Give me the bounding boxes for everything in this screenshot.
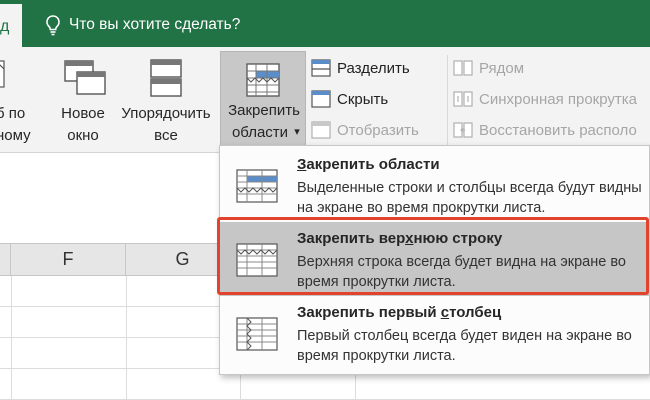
sync-scroll-button: Синхронная прокрутка (453, 88, 637, 110)
hide-button[interactable]: Скрыть (311, 88, 388, 110)
ribbon-view: б по ному Новое окно Упорядочить все Зак… (0, 47, 650, 153)
page-break-label-1: б по (0, 105, 26, 122)
ribbon-separator (447, 55, 448, 145)
sync-scroll-icon (453, 91, 473, 107)
page-break-label-2: ному (0, 127, 31, 144)
ribbon-tab-label: д (0, 18, 10, 35)
freeze-panes-icon (236, 169, 278, 203)
freeze-panes-label-2: области (231, 124, 289, 141)
freeze-first-column-icon (236, 317, 278, 351)
new-window-button[interactable]: Новое окно (52, 51, 114, 151)
page-icon (0, 60, 5, 88)
menu-item-description: Первый столбец всегда будет виден на экр… (297, 328, 632, 364)
menu-item-freeze-first-column[interactable]: Закрепить первый столбец Первый столбец … (220, 296, 650, 370)
sync-scroll-label: Синхронная прокрутка (479, 90, 638, 108)
unhide-button: Отобразить (311, 119, 419, 141)
tell-me-search[interactable]: Что вы хотите сделать? (44, 13, 240, 37)
split-label: Разделить (337, 59, 410, 77)
column-header[interactable] (0, 244, 11, 275)
new-window-icon (64, 60, 106, 95)
freeze-panes-icon (246, 63, 280, 97)
split-icon (311, 59, 331, 77)
freeze-panes-label-1: Закрепить (228, 102, 300, 119)
unhide-label: Отобразить (337, 121, 419, 139)
arrange-all-label-2: все (154, 127, 178, 144)
hide-window-icon (311, 90, 331, 108)
freeze-panes-button[interactable]: Закрепить области ▾ (220, 51, 306, 151)
side-by-side-label: Рядом (479, 59, 525, 77)
split-button[interactable]: Разделить (311, 57, 410, 79)
tell-me-placeholder: Что вы хотите сделать? (69, 16, 241, 33)
ribbon-tab-view[interactable]: д (0, 4, 22, 47)
hide-label: Скрыть (337, 90, 389, 108)
highlight-callout-box (217, 217, 649, 295)
lightbulb-icon (46, 15, 60, 36)
new-window-label-2: окно (67, 127, 99, 144)
grid-line (126, 276, 127, 400)
view-side-by-side-button: Рядом (453, 57, 524, 79)
menu-item-description: Выделенные строки и столбцы всегда будут… (297, 180, 642, 216)
tell-me-bar: д Что вы хотите сделать? (0, 0, 650, 47)
menu-item-title: Закрепить области (297, 156, 440, 173)
arrange-all-label-1: Упорядочить (121, 105, 211, 122)
reset-position-label: Восстановить располо (479, 121, 637, 139)
reset-window-position-button: Восстановить располо (453, 119, 637, 141)
reset-position-icon (453, 122, 473, 138)
side-by-side-icon (453, 60, 473, 76)
grid-line (11, 276, 12, 400)
new-window-label-1: Новое (61, 105, 105, 122)
unhide-window-icon (311, 121, 331, 139)
chevron-down-icon: ▾ (294, 126, 300, 138)
column-header-f[interactable]: F (11, 244, 126, 275)
arrange-all-button[interactable]: Упорядочить все (114, 51, 218, 151)
menu-item-title: Закрепить первый столбец (297, 304, 502, 321)
arrange-all-icon (150, 59, 182, 97)
menu-item-freeze-panes[interactable]: Закрепить области Выделенные строки и ст… (220, 148, 650, 222)
